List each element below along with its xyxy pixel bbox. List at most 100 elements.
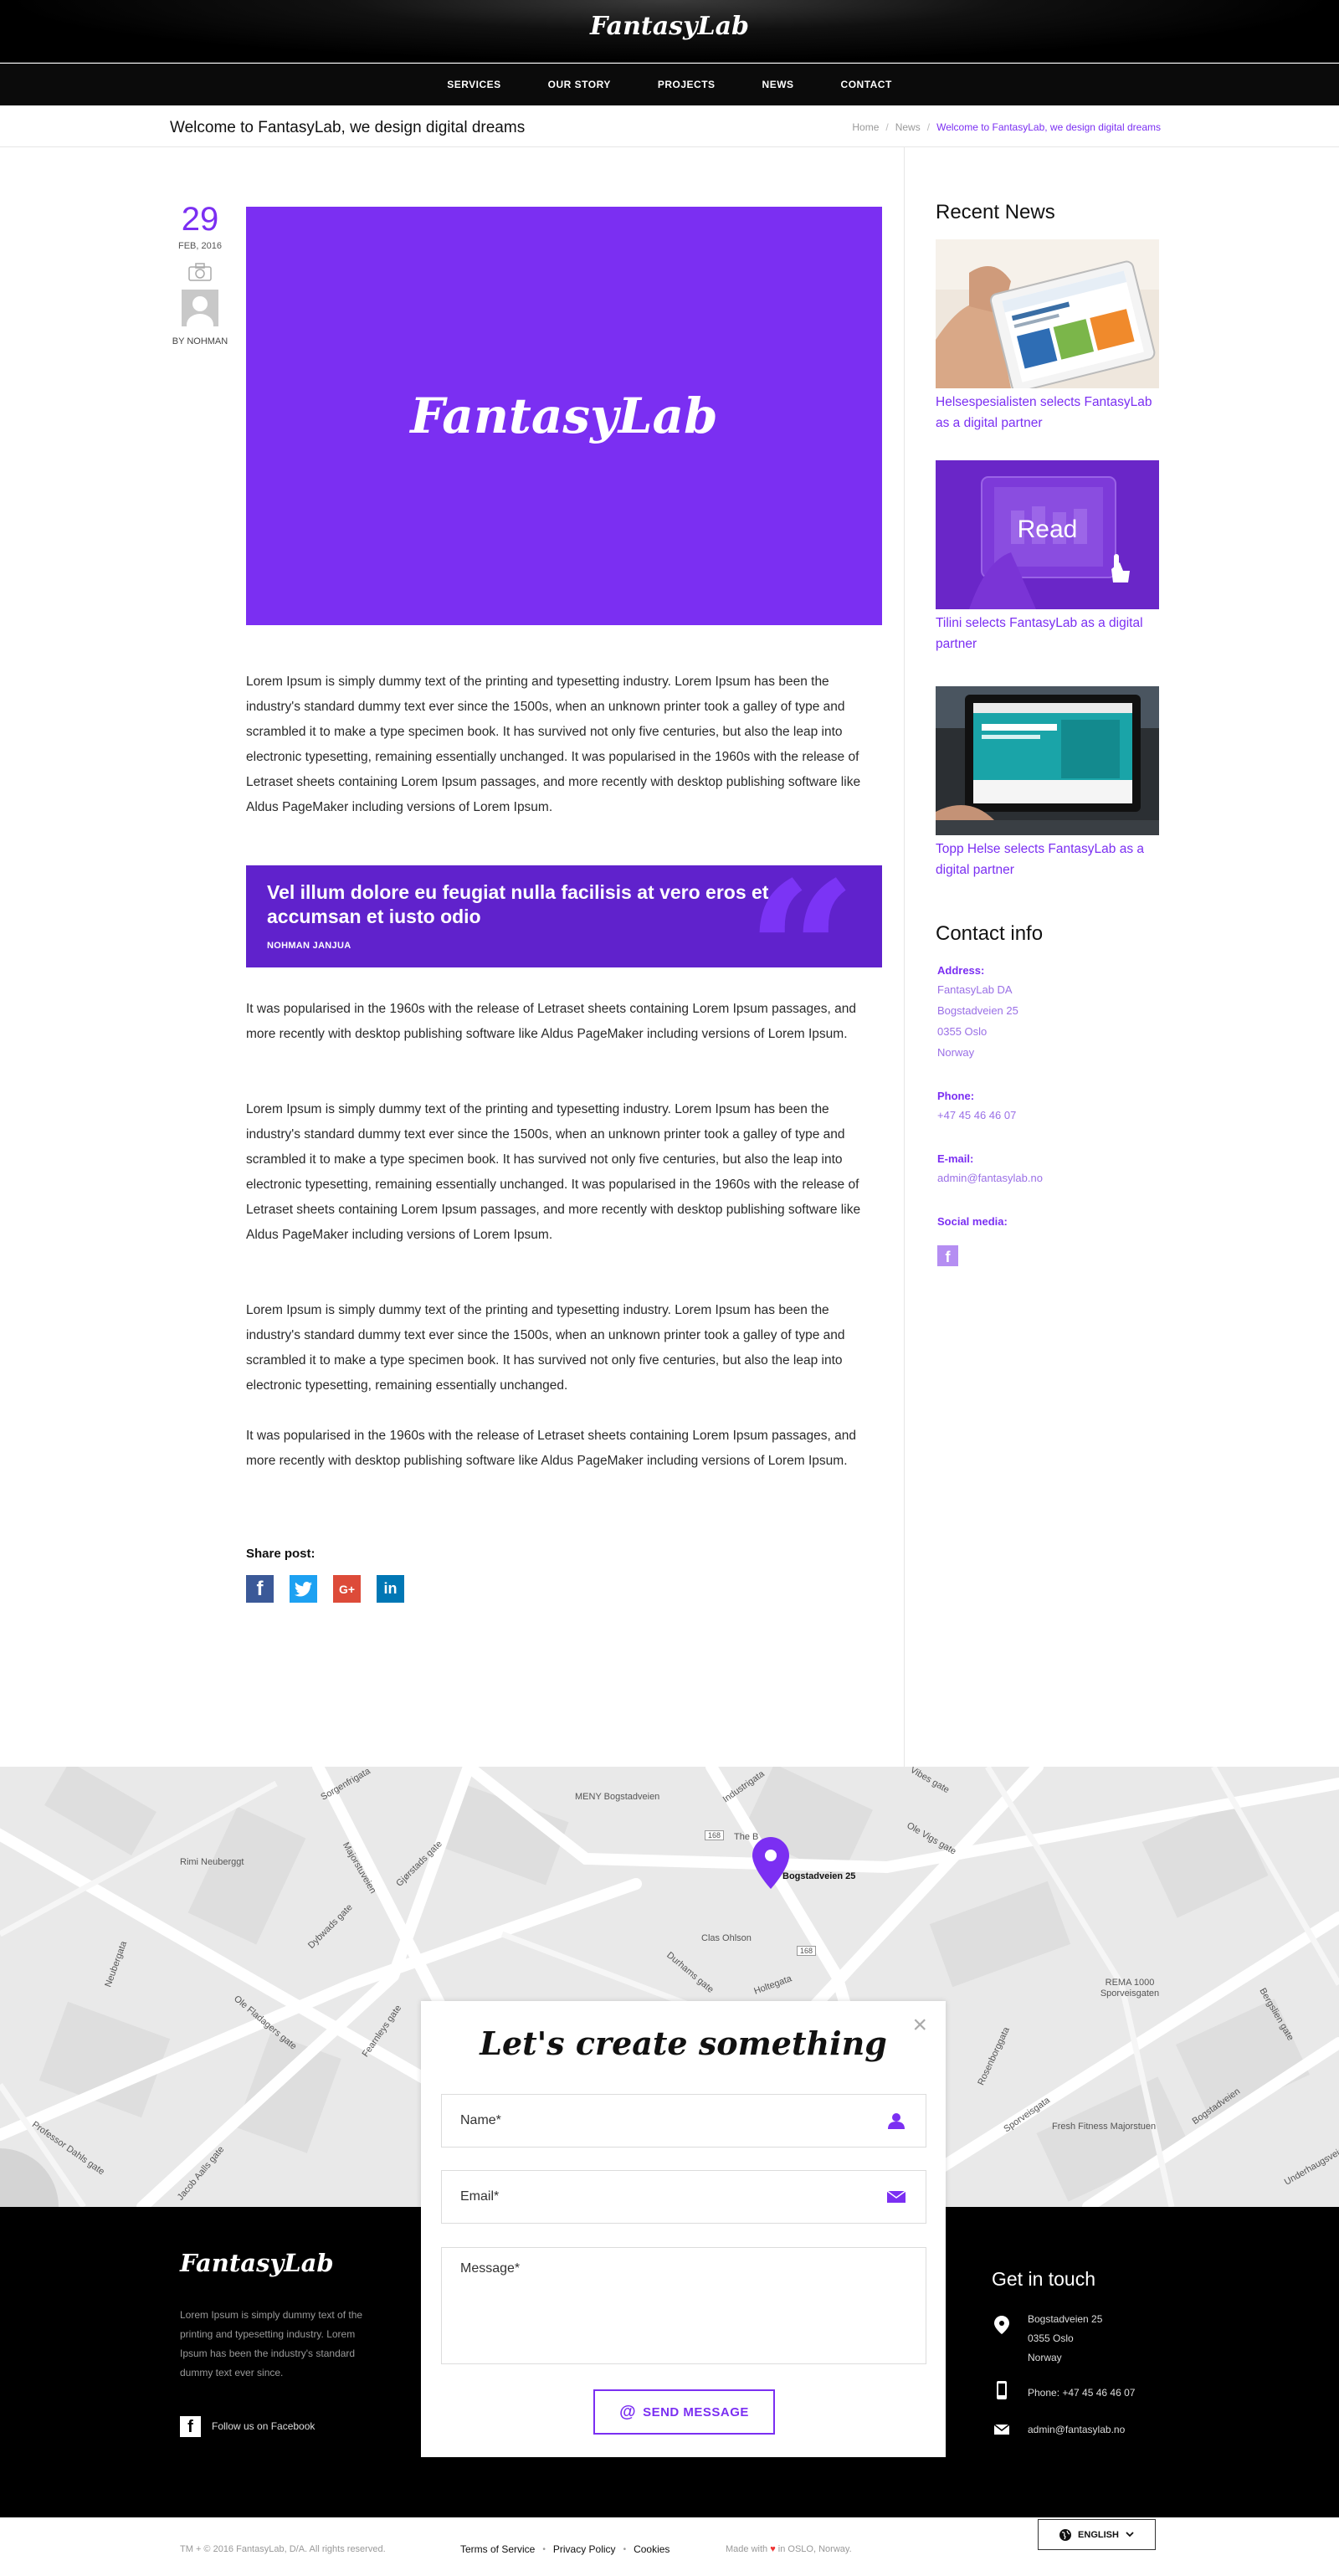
- post-author[interactable]: BY NOHMAN: [164, 336, 236, 346]
- popup-title: Let's create something: [480, 2024, 887, 2062]
- email-label: E-mail:: [937, 1152, 974, 1165]
- article-paragraph: It was popularised in the 1960s with the…: [246, 1429, 856, 1468]
- facebook-icon[interactable]: f: [246, 1575, 274, 1603]
- footer-email[interactable]: admin@fantasylab.no: [1028, 2420, 1125, 2440]
- legal-links: Terms of Service • Privacy Policy • Cook…: [460, 2543, 670, 2555]
- road-number-badge: 168: [705, 1830, 725, 1840]
- language-label: ENGLISH: [1078, 2529, 1119, 2540]
- main-nav: SERVICES OUR STORY PROJECTS NEWS CONTACT: [0, 64, 1339, 105]
- made-with-suffix: in OSLO, Norway.: [777, 2544, 852, 2554]
- user-icon: [888, 2113, 905, 2129]
- subheader: Welcome to FantasyLab, we design digital…: [0, 105, 1339, 147]
- envelope-icon: [994, 2424, 1009, 2435]
- twitter-icon[interactable]: [290, 1575, 317, 1603]
- name-field[interactable]: [442, 2095, 926, 2147]
- share-title: Share post:: [246, 1547, 316, 1561]
- get-in-touch-title: Get in touch: [992, 2268, 1096, 2290]
- breadcrumb-home[interactable]: Home: [852, 121, 879, 133]
- map-label: Clas Ohlson: [701, 1933, 752, 1943]
- map-label: MENY Bogstadveien: [575, 1792, 660, 1802]
- news-overlay-label: Read: [1017, 516, 1078, 543]
- contact-info-title: Contact info: [936, 922, 1044, 945]
- footer-facebook-link[interactable]: Follow us on Facebook: [212, 2420, 315, 2432]
- send-message-label: SEND MESSAGE: [643, 2404, 749, 2419]
- road-number-badge: 168: [797, 1946, 817, 1956]
- name-field-wrapper: [441, 2094, 926, 2148]
- map-pin-label: Bogstadveien 25: [782, 1871, 856, 1881]
- breadcrumb-news[interactable]: News: [895, 121, 921, 133]
- email-field[interactable]: [442, 2171, 926, 2223]
- nav-news[interactable]: NEWS: [762, 79, 794, 90]
- message-field[interactable]: [442, 2248, 926, 2363]
- news-thumbnail[interactable]: [936, 239, 1159, 388]
- address-label: Address:: [937, 964, 985, 977]
- post-month: FEB, 2016: [178, 241, 222, 251]
- nav-services[interactable]: SERVICES: [447, 79, 500, 90]
- news-title-link[interactable]: Topp Helse selects FantasyLab as a digit…: [936, 839, 1159, 880]
- map-label: Fresh Fitness Majorstuen: [1052, 2122, 1157, 2132]
- nav-contact[interactable]: CONTACT: [841, 79, 892, 90]
- post-meta: 29 FEB, 2016 BY NOHMAN: [164, 201, 236, 346]
- footer-phone[interactable]: Phone: +47 45 46 46 07: [1028, 2384, 1135, 2403]
- cookies-link[interactable]: Cookies: [634, 2543, 670, 2555]
- article-paragraph: Lorem Ipsum is simply dummy text of the …: [246, 675, 861, 814]
- map-label: Rimi Neuberggt: [180, 1857, 244, 1867]
- breadcrumb-current: Welcome to FantasyLab, we design digital…: [936, 121, 1161, 133]
- footer-address-line: Norway: [1028, 2352, 1062, 2363]
- blockquote: “ Vel illum dolore eu feugiat nulla faci…: [246, 865, 882, 967]
- made-with-prefix: Made with: [726, 2544, 768, 2554]
- footer-about: Lorem Ipsum is simply dummy text of the …: [180, 2309, 363, 2378]
- top-header: FantasyLab: [0, 0, 1339, 63]
- post-day: 29: [181, 201, 219, 238]
- column-divider: [904, 147, 905, 1767]
- facebook-icon[interactable]: f: [937, 1245, 958, 1266]
- social-label: Social media:: [937, 1215, 1008, 1228]
- at-sign-icon: @: [619, 2402, 637, 2421]
- linkedin-icon[interactable]: in: [377, 1575, 404, 1603]
- location-pin-icon: [994, 2316, 1009, 2334]
- site-logo[interactable]: FantasyLab: [0, 12, 1339, 41]
- map-label: The B: [734, 1832, 759, 1842]
- article-paragraph: It was popularised in the 1960s with the…: [246, 1002, 856, 1041]
- address-line: FantasyLab DA: [937, 983, 1013, 996]
- quote-text: Vel illum dolore eu feugiat nulla facili…: [267, 881, 769, 927]
- news-thumbnail[interactable]: [936, 686, 1159, 835]
- news-thumbnail[interactable]: Read: [936, 460, 1159, 609]
- footer-logo[interactable]: FantasyLab: [180, 2249, 334, 2277]
- nav-projects[interactable]: PROJECTS: [658, 79, 716, 90]
- news-title-link[interactable]: Tilini selects FantasyLab as a digital p…: [936, 613, 1159, 654]
- avatar: [182, 290, 218, 326]
- address-line: 0355 Oslo: [937, 1025, 988, 1038]
- google-plus-icon[interactable]: G+: [333, 1575, 361, 1603]
- copyright: TM + © 2016 FantasyLab, D/A. All rights …: [180, 2544, 386, 2554]
- privacy-link[interactable]: Privacy Policy: [553, 2543, 616, 2555]
- phone-value[interactable]: +47 45 46 46 07: [937, 1105, 1016, 1126]
- page-title: Welcome to FantasyLab, we design digital…: [170, 119, 526, 136]
- terms-link[interactable]: Terms of Service: [460, 2543, 535, 2555]
- news-title-link[interactable]: Helsespesialisten selects FantasyLab as …: [936, 392, 1159, 434]
- globe-icon: [1059, 2528, 1072, 2541]
- contact-popup: × Let's create something @ SEND MESSAGE: [421, 2001, 946, 2457]
- article-paragraph: Lorem Ipsum is simply dummy text of the …: [246, 1303, 845, 1393]
- language-selector[interactable]: ENGLISH: [1038, 2519, 1156, 2550]
- email-value[interactable]: admin@fantasylab.no: [937, 1167, 1043, 1188]
- camera-icon: [188, 263, 212, 281]
- message-field-wrapper: [441, 2247, 926, 2364]
- separator-dot: •: [623, 2544, 627, 2554]
- breadcrumb: Home / News / Welcome to FantasyLab, we …: [852, 121, 1161, 133]
- heart-icon: ♥: [770, 2544, 776, 2554]
- hero-image: FantasyLab: [246, 207, 882, 625]
- nav-our-story[interactable]: OUR STORY: [548, 79, 611, 90]
- map-label: REMA 1000 Sporveisgaten: [1100, 1978, 1160, 1999]
- facebook-icon[interactable]: f: [180, 2416, 201, 2437]
- footer-address-line: 0355 Oslo: [1028, 2332, 1074, 2344]
- article-paragraph: Lorem Ipsum is simply dummy text of the …: [246, 1102, 861, 1242]
- send-message-button[interactable]: @ SEND MESSAGE: [593, 2389, 775, 2435]
- bottom-bar: TM + © 2016 FantasyLab, D/A. All rights …: [0, 2517, 1339, 2576]
- footer-address-line: Bogstadveien 25: [1028, 2313, 1103, 2325]
- address-line: Norway: [937, 1046, 975, 1059]
- address-line: Bogstadveien 25: [937, 1004, 1018, 1017]
- phone-icon: [997, 2381, 1007, 2399]
- breadcrumb-separator: /: [885, 121, 889, 133]
- chevron-down-icon: [1126, 2532, 1134, 2538]
